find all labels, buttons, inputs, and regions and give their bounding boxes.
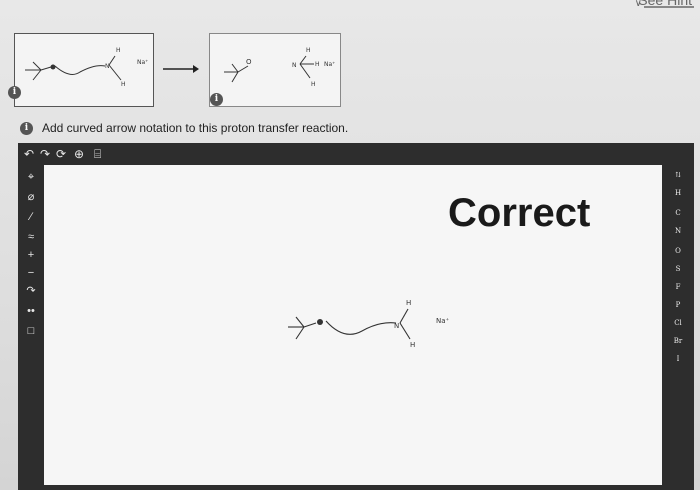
svg-text:Na⁺: Na⁺ — [436, 317, 450, 325]
element-f[interactable]: F — [662, 283, 694, 291]
lone-pair-icon[interactable]: •• — [23, 305, 39, 317]
svg-text:N: N — [292, 62, 297, 69]
product-structure: O N H H H Na⁺ — [224, 47, 335, 88]
svg-text:O: O — [246, 58, 252, 66]
page: ∨ See Hint N H H Na⁺ i O N H H H Na⁺ i i… — [0, 0, 700, 490]
element-n[interactable]: N — [662, 227, 694, 235]
reactant-structure: N H H Na⁺ — [25, 47, 148, 88]
info-icon[interactable]: i — [20, 122, 33, 135]
svg-text:H: H — [306, 47, 311, 54]
correct-status: Correct — [448, 191, 591, 235]
element-o[interactable]: O — [662, 247, 694, 255]
select-tool-icon[interactable]: ⌖ — [23, 171, 39, 183]
svg-text:N: N — [394, 322, 399, 330]
svg-text:Na⁺: Na⁺ — [324, 61, 335, 68]
periodic-table-icon[interactable]: ⇅ — [662, 171, 694, 179]
ring-tool-icon[interactable]: □ — [23, 325, 39, 337]
element-s[interactable]: S — [662, 265, 694, 273]
zoom-icon[interactable]: ⊕ — [74, 147, 84, 161]
info-icon[interactable]: i — [8, 86, 21, 99]
reactant-box: N H H Na⁺ — [14, 33, 154, 107]
element-palette: ⇅ H C N O S F P Cl Br I — [662, 165, 694, 485]
template-icon[interactable]: ⌸ — [94, 147, 101, 161]
undo-icon[interactable]: ↶ — [24, 147, 34, 161]
svg-text:H: H — [410, 341, 415, 349]
element-p[interactable]: P — [662, 301, 694, 309]
svg-text:H: H — [406, 299, 411, 307]
element-c[interactable]: C — [662, 209, 694, 217]
single-bond-icon[interactable]: ∕ — [23, 211, 39, 223]
drawing-toolbar: ↶ ↷ ⟳ ⊕ ⌸ — [18, 143, 694, 165]
chain-tool-icon[interactable]: ≈ — [23, 231, 39, 243]
svg-text:H: H — [311, 81, 316, 88]
element-cl[interactable]: Cl — [662, 319, 694, 327]
negative-charge-icon[interactable]: − — [23, 267, 39, 279]
svg-text:H: H — [315, 61, 320, 68]
svg-text:Na⁺: Na⁺ — [137, 59, 148, 66]
svg-text:H: H — [116, 47, 121, 54]
svg-text:N: N — [105, 63, 110, 70]
question-instruction: Add curved arrow notation to this proton… — [42, 121, 349, 135]
element-i[interactable]: I — [662, 355, 694, 363]
reaction-arrow — [163, 65, 199, 73]
curved-arrow-icon[interactable]: ↷ — [23, 285, 39, 297]
element-br[interactable]: Br — [662, 337, 694, 345]
product-box: O N H H H Na⁺ — [209, 33, 341, 107]
redo-icon[interactable]: ↷ — [40, 147, 50, 161]
canvas-bottom-border — [18, 485, 694, 490]
positive-charge-icon[interactable]: + — [23, 249, 39, 261]
element-h[interactable]: H — [662, 189, 694, 197]
reset-icon[interactable]: ⟳ — [56, 147, 66, 161]
erase-tool-icon[interactable]: ⌀ — [23, 191, 39, 203]
hint-underline — [644, 6, 694, 8]
left-toolbar: ⌖ ⌀ ∕ ≈ + − ↷ •• □ — [18, 165, 44, 485]
svg-text:H: H — [121, 81, 126, 88]
info-icon[interactable]: i — [210, 93, 223, 106]
